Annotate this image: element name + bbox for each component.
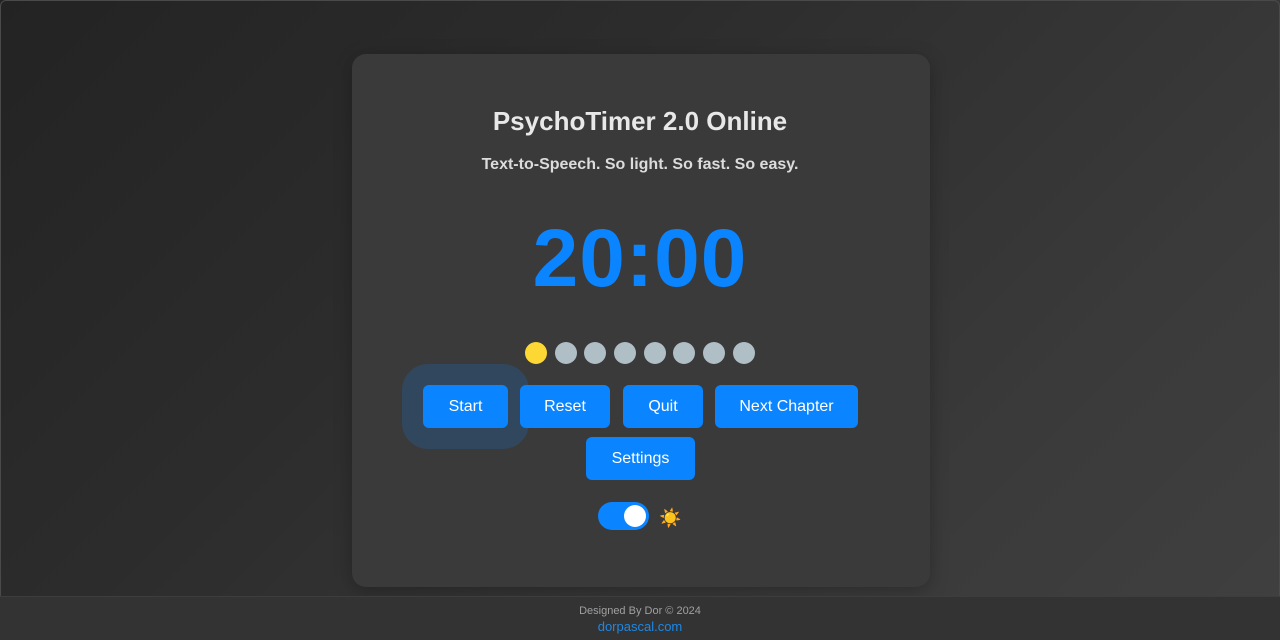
quit-button[interactable]: Quit	[623, 385, 703, 428]
chapter-dot	[732, 342, 755, 364]
settings-button[interactable]: Settings	[586, 437, 695, 480]
sun-icon: ☀️	[659, 508, 682, 528]
chapter-dot	[643, 342, 666, 364]
footer: Designed By Dor © 2024 dorpascal.com	[0, 596, 1280, 640]
reset-button[interactable]: Reset	[520, 385, 610, 428]
theme-toggle[interactable]	[598, 502, 649, 530]
chapter-dot	[673, 342, 696, 364]
chapter-dot	[584, 342, 607, 364]
timer-display: 20:00	[532, 213, 748, 304]
chapter-dot	[614, 342, 637, 364]
footer-link[interactable]: dorpascal.com	[0, 619, 1280, 634]
chapter-dot	[554, 342, 577, 364]
page-title: PsychoTimer 2.0 Online	[492, 106, 788, 136]
chapter-progress	[525, 342, 755, 364]
next-chapter-button[interactable]: Next Chapter	[715, 385, 858, 428]
start-button[interactable]: Start	[423, 385, 508, 428]
toggle-knob	[624, 505, 646, 527]
page-subtitle: Text-to-Speech. So light. So fast. So ea…	[481, 156, 799, 173]
chapter-dot	[703, 342, 726, 364]
footer-credit: Designed By Dor © 2024	[579, 605, 701, 617]
chapter-dot	[525, 342, 547, 364]
